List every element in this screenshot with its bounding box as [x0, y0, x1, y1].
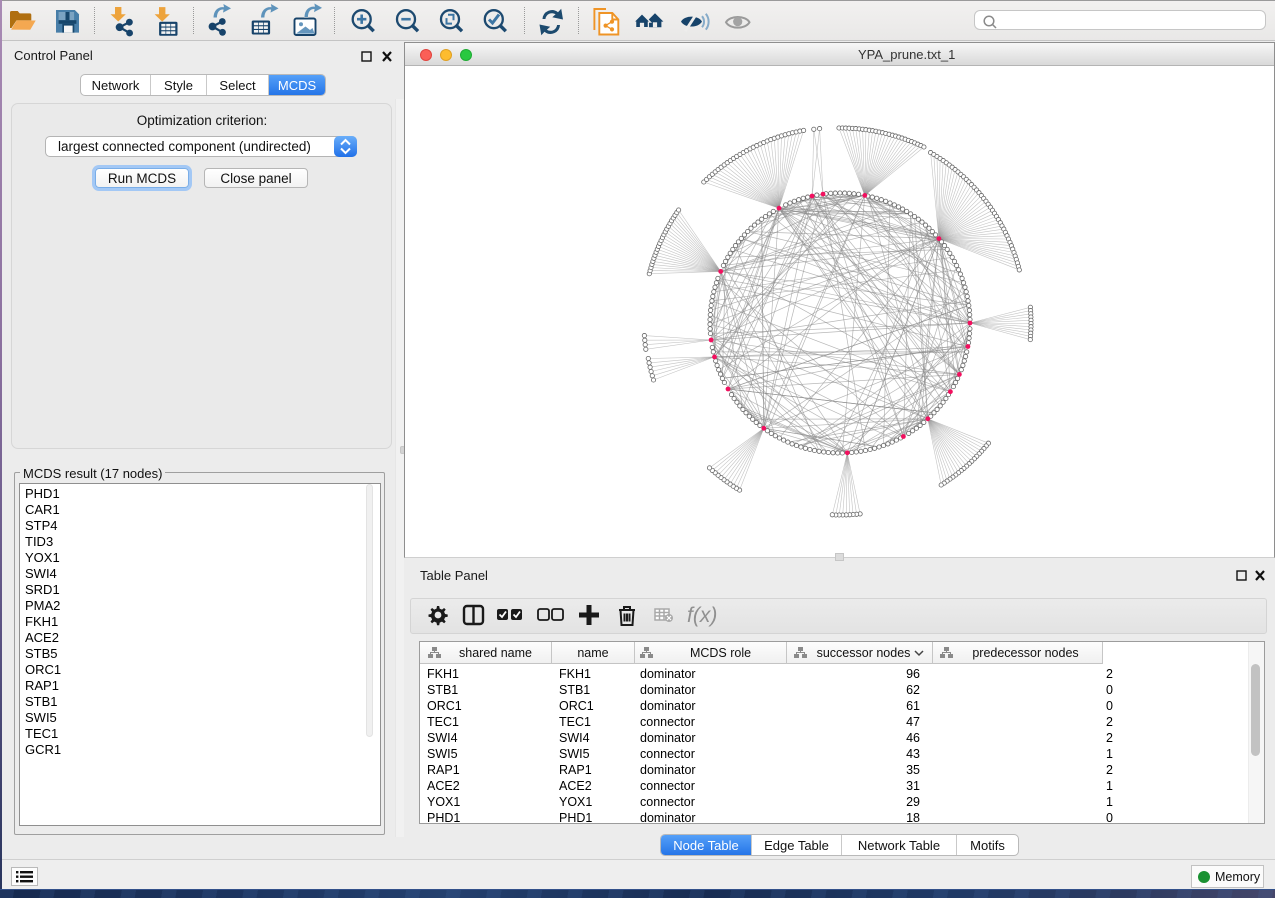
svg-text:f(x): f(x) — [687, 604, 717, 627]
